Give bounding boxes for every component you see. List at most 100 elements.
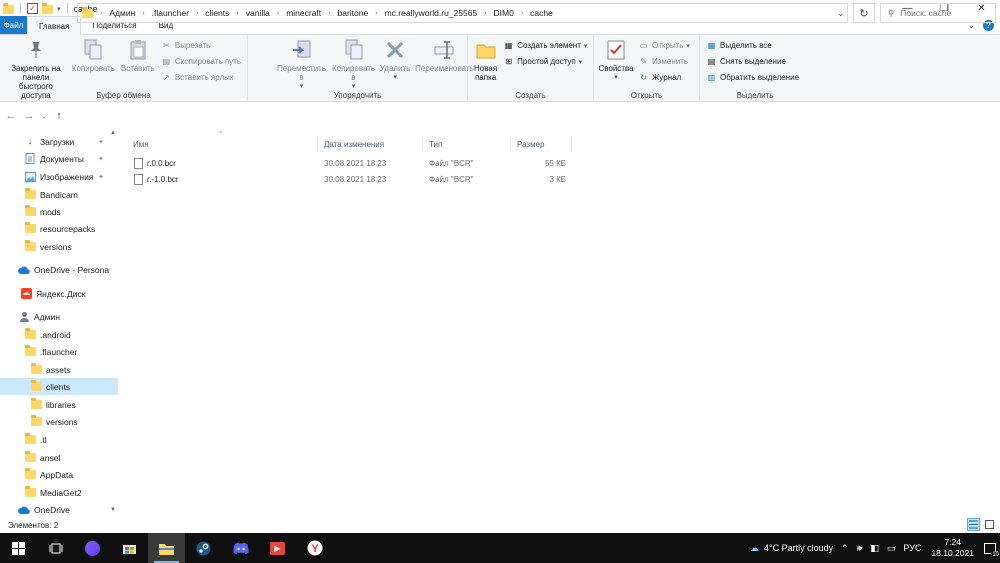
copy-to-label: Копировать в [332, 64, 376, 82]
quick-access-dropdown-icon[interactable]: ▾ [57, 5, 61, 13]
cut-button[interactable]: ✂ Вырезать [161, 39, 241, 52]
open-icon: ▭ [639, 41, 648, 50]
breadcrumb-item[interactable]: cache [530, 8, 553, 18]
column-divider[interactable] [510, 137, 511, 151]
file-row[interactable]: r.-1.0.bcr 30.08.2021 18:23 Файл "BCR" 3 КБ [130, 171, 570, 187]
search-input[interactable] [900, 8, 989, 18]
scroll-up-icon[interactable]: ▲ [108, 130, 118, 140]
column-divider[interactable] [571, 137, 572, 151]
properties-icon[interactable]: ✓ [27, 3, 38, 14]
weather-widget[interactable]: ☁ 4°C Partly cloudy [746, 533, 837, 563]
recent-locations-button[interactable]: ⌄ [40, 108, 48, 124]
breadcrumb-separator-icon[interactable]: › [521, 10, 523, 17]
breadcrumb-separator-icon[interactable]: › [328, 10, 330, 17]
tab-home[interactable]: Главная [27, 16, 82, 35]
nav-item[interactable]: assets [0, 361, 118, 378]
paste-shortcut-button[interactable]: ↗ Вставить ярлык [161, 71, 241, 84]
action-center-button[interactable]: 10 [980, 533, 1000, 563]
refresh-button[interactable]: ↻ [853, 3, 875, 23]
breadcrumb-separator-icon[interactable]: › [484, 10, 486, 17]
breadcrumb-item[interactable]: .flauncher [152, 8, 189, 18]
breadcrumb-separator-icon[interactable]: › [142, 10, 144, 17]
forward-button[interactable]: → [22, 108, 36, 124]
battery-button[interactable]: ▭ [883, 533, 900, 563]
breadcrumb-separator-icon[interactable]: › [277, 10, 279, 17]
nav-item[interactable]: clients [0, 378, 118, 395]
nav-item[interactable]: ansel [0, 449, 118, 466]
nav-item[interactable]: MediaGet2 [0, 484, 118, 501]
clock[interactable]: 7:24 18.10.2021 [925, 537, 980, 559]
discord-taskbar-button[interactable] [222, 533, 259, 563]
task-view-button[interactable] [37, 533, 74, 563]
address-bar[interactable]: › Админ › .flauncher › clients › vanilla › minecr… [77, 3, 848, 23]
nav-item[interactable]: resourcepacks [0, 220, 118, 237]
nav-item[interactable]: OneDrive - Persona [0, 261, 118, 278]
breadcrumb-item[interactable]: DIM0 [494, 8, 514, 18]
address-dropdown-icon[interactable]: ⌄ [837, 9, 844, 18]
nav-item[interactable]: mods [0, 203, 118, 220]
column-divider[interactable] [422, 137, 423, 151]
nav-item[interactable]: Документы ✦ [0, 150, 118, 167]
scroll-down-icon[interactable]: ▼ [108, 507, 118, 517]
breadcrumb-separator-icon[interactable]: › [100, 10, 102, 17]
edit-button[interactable]: ✎ Изменить [638, 55, 690, 68]
language-indicator[interactable]: РУС [899, 533, 925, 563]
nav-item[interactable]: libraries [0, 396, 118, 413]
select-none-button[interactable]: ▤ Снять выделение [706, 55, 799, 68]
breadcrumb-item[interactable]: Админ [109, 8, 135, 18]
nav-item[interactable]: Изображения ✦ [0, 168, 118, 185]
column-header-size[interactable]: Размер [517, 137, 545, 151]
column-header-type[interactable]: Тип [429, 137, 442, 151]
tab-file[interactable]: Файл [0, 16, 27, 34]
breadcrumb-separator-icon[interactable]: › [196, 10, 198, 17]
breadcrumb-item[interactable]: vanilla [246, 8, 270, 18]
large-icons-view-button[interactable] [983, 518, 996, 531]
move-to-icon [291, 39, 313, 61]
up-button[interactable]: ↑ [52, 108, 66, 124]
breadcrumb-item[interactable]: minecraft [286, 8, 321, 18]
history-button[interactable]: ↻ Журнал [638, 71, 690, 84]
nav-item[interactable]: Bandicam [0, 186, 118, 203]
nav-item[interactable]: AppData [0, 466, 118, 483]
column-divider[interactable] [317, 137, 318, 151]
breadcrumb-item[interactable]: mc.reallyworld.ru_25565 [385, 8, 478, 18]
breadcrumb-separator-icon[interactable]: › [236, 10, 238, 17]
details-view-button[interactable] [967, 518, 980, 531]
nav-item[interactable]: .tl [0, 431, 118, 448]
file-row[interactable]: r.0.0.bcr 30.08.2021 18:23 Файл "BCR" 55 КБ [130, 155, 570, 171]
breadcrumb-item[interactable]: baritone [338, 8, 369, 18]
network-button[interactable]: ◧ [866, 533, 883, 563]
nav-item[interactable]: Админ [0, 308, 118, 325]
breadcrumb-item[interactable]: clients [205, 8, 229, 18]
microsoft-store-button[interactable] [111, 533, 148, 563]
start-button[interactable] [0, 533, 37, 563]
back-button[interactable]: ← [4, 108, 18, 124]
copy-path-button[interactable]: ▤ Скопировать путь [161, 55, 241, 68]
nav-item[interactable]: OneDrive [0, 501, 118, 517]
breadcrumb-separator-icon[interactable]: › [375, 10, 377, 17]
nav-item[interactable]: versions [0, 413, 118, 430]
open-button[interactable]: ▭ Открыть ▾ [638, 39, 690, 52]
new-folder-icon[interactable] [42, 2, 53, 16]
nav-item[interactable]: versions [0, 238, 118, 255]
easy-access-button[interactable]: ⊞ Простой доступ ▾ [503, 55, 587, 68]
properties-icon [605, 39, 627, 61]
nav-item[interactable]: ↓ Загрузки ✦ [0, 133, 118, 150]
nav-item[interactable]: Яндекс.Диск [0, 285, 118, 302]
select-all-button[interactable]: ▦ Выделить все [706, 39, 799, 52]
show-hidden-icons-button[interactable]: ⌃ [837, 533, 853, 563]
invert-selection-button[interactable]: ▥ Обратить выделение [706, 71, 799, 84]
move-to-label: Переместить в [277, 64, 327, 82]
nav-item[interactable]: .android [0, 326, 118, 343]
nav-scrollbar[interactable]: ▲ ▼ [108, 130, 118, 517]
mediaget-taskbar-button[interactable]: ▶ [259, 533, 296, 563]
new-item-button[interactable]: ▦ Создать элемент ▾ [503, 39, 587, 52]
yandex-browser-taskbar-button[interactable]: Y [296, 533, 333, 563]
steam-taskbar-button[interactable] [185, 533, 222, 563]
column-header-name[interactable]: Имя [133, 137, 149, 151]
column-header-date[interactable]: Дата изменения [324, 137, 384, 151]
nav-item[interactable]: .flauncher [0, 343, 118, 360]
file-explorer-taskbar-button[interactable] [148, 533, 185, 563]
volume-button[interactable]: 🕪 [853, 533, 867, 563]
alice-assistant-button[interactable] [74, 533, 111, 563]
